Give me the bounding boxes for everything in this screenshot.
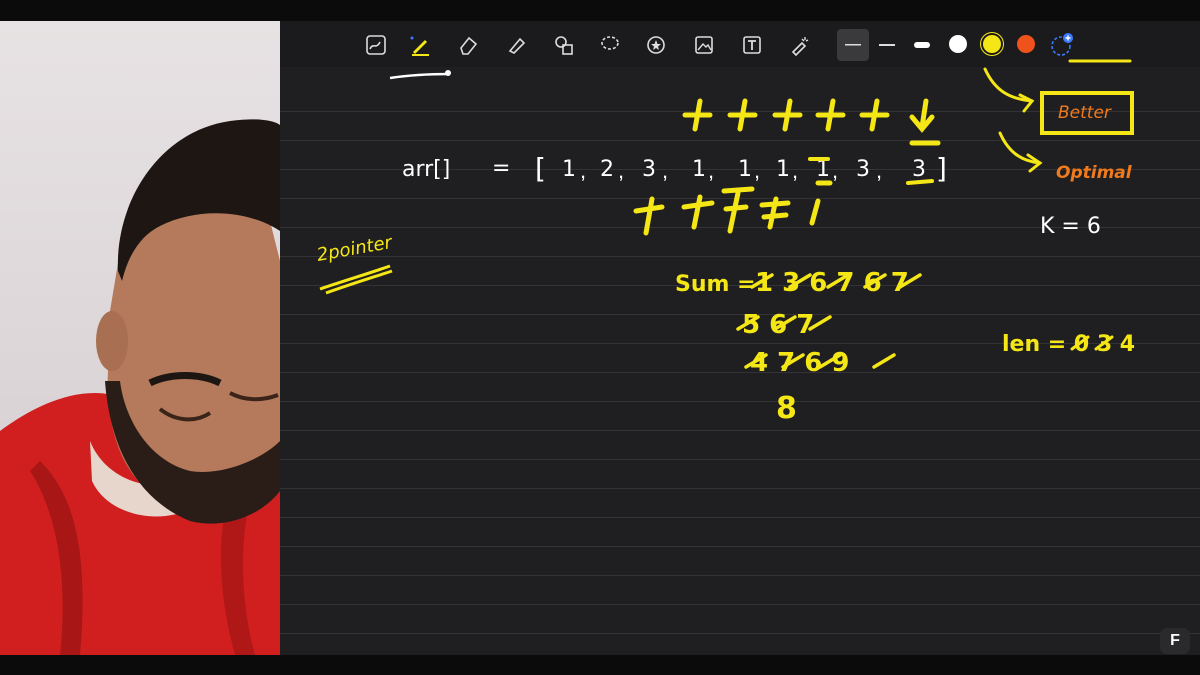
array-close-bracket: ] [936, 152, 947, 185]
comma: , [618, 158, 624, 183]
comma: , [832, 158, 838, 183]
array-item-2: 3 [642, 157, 656, 182]
two-pointer-label: 2pointer [315, 232, 395, 266]
arr-label: arr[] [402, 157, 450, 182]
k-value: K = 6 [1040, 214, 1101, 239]
equals-sign: = [492, 156, 510, 181]
notebook-canvas[interactable]: arr[] = [ 1 , 2 , 3 , 1 , 1 , 1 , 1 , 3 … [280, 21, 1200, 655]
brand-logo: F [1160, 628, 1190, 654]
array-item-0: 1 [562, 157, 576, 182]
sum-row-3: 4 7 6 9 [750, 348, 850, 378]
webcam-feed [0, 21, 280, 655]
optimal-label: Optimal [1056, 163, 1133, 183]
better-label: Better [1058, 103, 1112, 123]
letterbox-bottom [0, 655, 1200, 675]
comma: , [754, 158, 760, 183]
array-item-4: 1 [738, 157, 752, 182]
array-item-8: 3 [912, 157, 926, 182]
comma: , [662, 158, 668, 183]
presenter-image [0, 119, 280, 655]
sum-row-4: 8 [776, 391, 797, 426]
array-item-5: 1 [776, 157, 790, 182]
comma: , [580, 158, 586, 183]
array-item-3: 1 [692, 157, 706, 182]
handwriting-layer: arr[] = [ 1 , 2 , 3 , 1 , 1 , 1 , 1 , 3 … [315, 59, 1135, 426]
sum-row-2: 5 6 7 [742, 310, 814, 340]
len-values: len = 0 3 4 [1002, 332, 1135, 357]
array-item-7: 3 [856, 157, 870, 182]
array-open-bracket: [ [535, 152, 546, 185]
comma: , [876, 158, 882, 183]
sum-label: Sum = [675, 272, 756, 297]
array-item-1: 2 [600, 157, 614, 182]
comma: , [708, 158, 714, 183]
comma: , [792, 158, 798, 183]
letterbox-top [0, 0, 1200, 21]
